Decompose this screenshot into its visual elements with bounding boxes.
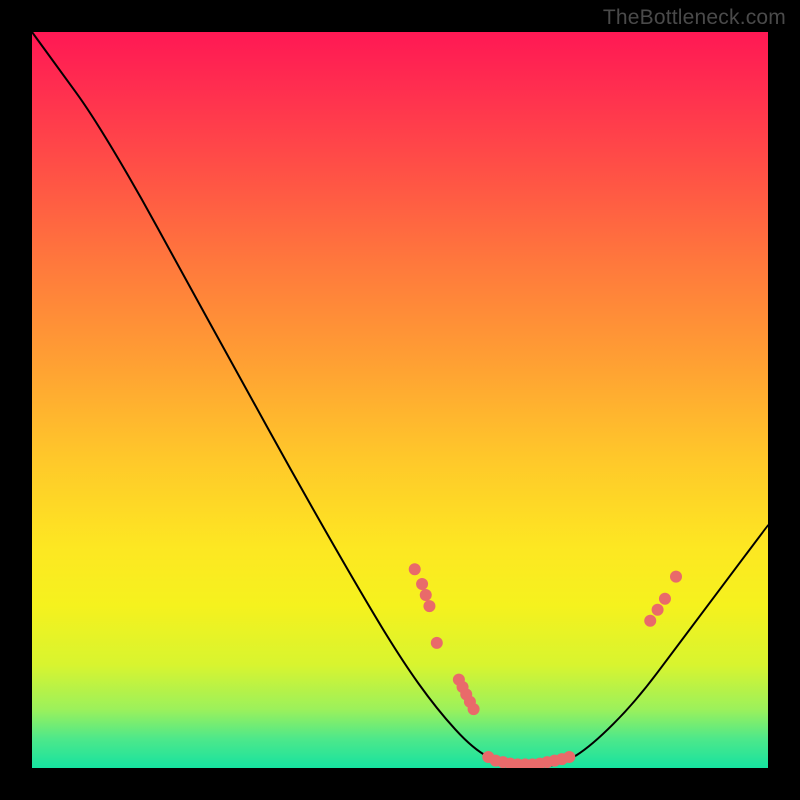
watermark-text: TheBottleneck.com — [603, 6, 786, 30]
chart-plot-area — [32, 32, 768, 768]
chart-background-gradient — [32, 32, 768, 768]
